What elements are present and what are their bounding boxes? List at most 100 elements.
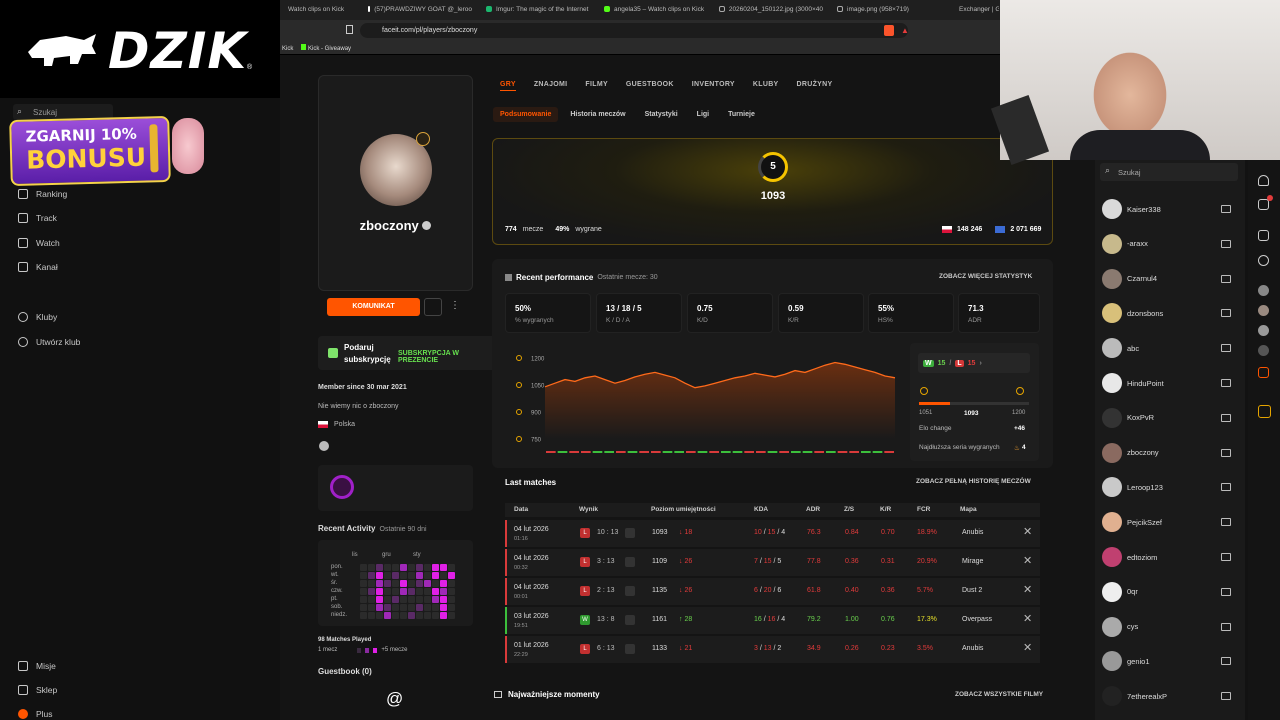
browser-tab[interactable]: angela35 – Watch clips on Kick [596, 0, 711, 20]
subtab-history[interactable]: Historia meczów [563, 107, 632, 122]
nav-misje[interactable]: Misje [18, 661, 56, 671]
close-icon[interactable]: ✕ [1023, 583, 1032, 596]
subtab-stats[interactable]: Statystyki [638, 107, 685, 122]
friend-item[interactable]: Czarnul4 [1102, 268, 1237, 289]
nav-kluby[interactable]: Kluby [18, 312, 57, 322]
chat-icon[interactable] [1221, 379, 1231, 387]
friend-item[interactable]: Leroop123 [1102, 477, 1237, 498]
gg-badge-icon[interactable] [330, 475, 354, 499]
chat-icon[interactable] [1221, 622, 1231, 631]
brave-shield-icon[interactable] [884, 25, 894, 36]
subtab-leagues[interactable]: Ligi [690, 107, 716, 122]
map-icon [625, 557, 635, 567]
friend-item[interactable]: edtoziom [1102, 547, 1237, 567]
message-button[interactable]: KOMUNIKAT [327, 298, 420, 316]
browser-tab[interactable]: image.png (958×719) [829, 0, 947, 20]
chat-icon[interactable] [1221, 692, 1231, 701]
chat-icon[interactable] [1221, 274, 1231, 283]
browser-tab[interactable]: Imgur: The magic of the Internet [478, 0, 596, 20]
close-icon[interactable]: ✕ [1023, 641, 1032, 654]
nav-ranking[interactable]: Ranking [18, 189, 67, 199]
friends-icon[interactable] [1258, 199, 1269, 210]
steam-icon[interactable] [319, 441, 329, 451]
friend-item[interactable]: KoxPvR [1102, 407, 1237, 428]
friend-item[interactable]: dzonsbons [1102, 303, 1237, 324]
nav-create-club[interactable]: Utwórz klub [18, 337, 80, 347]
anticheat-icon[interactable] [1258, 405, 1271, 418]
more-options-icon[interactable]: ⋮ [450, 300, 460, 311]
friend-avatar [1102, 547, 1122, 567]
friend-item[interactable]: zboczony [1102, 442, 1237, 463]
kda-part: 2 [777, 645, 782, 652]
friend-item[interactable]: PejcikSzef [1102, 512, 1237, 533]
tab-kluby[interactable]: KLUBY [753, 81, 779, 91]
address-bar[interactable]: faceit.com/pl/players/zboczony [360, 23, 908, 38]
browser-tab[interactable]: (57)PRAWDZIWY GOAT @_leroo [360, 0, 478, 20]
rewards-icon[interactable]: ▲ [901, 26, 909, 35]
friend-avatar-icon[interactable] [1258, 285, 1269, 296]
tab-znajomi[interactable]: ZNAJOMI [534, 81, 568, 91]
all-videos-link[interactable]: ZOBACZ WSZYSTKIE FILMY [955, 691, 1043, 698]
nav-plus[interactable]: Plus [18, 709, 53, 719]
close-icon[interactable]: ✕ [1023, 612, 1032, 625]
tab-guestbook[interactable]: GUESTBOOK [626, 81, 674, 91]
friends-search-input[interactable]: Szukaj [1100, 163, 1238, 181]
add-icon[interactable] [1258, 255, 1269, 266]
match-row[interactable]: 01 lut 2026 22:29 L 6 : 13 1133 ↓ 21 3 / 13 / … [505, 636, 1040, 663]
party-icon[interactable] [1258, 230, 1269, 241]
friend-item[interactable]: -araxx [1102, 233, 1237, 254]
chat-icon[interactable] [1221, 657, 1231, 666]
chat-icon[interactable] [1221, 553, 1231, 561]
match-row[interactable]: 04 lut 2026 01:16 L 10 : 13 1093 ↓ 18 10 / 15 … [505, 520, 1040, 547]
chat-icon[interactable] [1221, 205, 1231, 213]
browser-tab[interactable]: Watch clips on Kick [280, 0, 360, 20]
more-stats-link[interactable]: ZOBACZ WIĘCEJ STATYSTYK [939, 273, 1032, 280]
chat-icon[interactable] [1221, 413, 1231, 422]
chat-icon[interactable] [1221, 344, 1231, 353]
add-friend-icon[interactable] [424, 298, 442, 316]
chat-icon[interactable] [1221, 587, 1231, 596]
nav-track[interactable]: Track [18, 213, 57, 223]
browser-tab[interactable]: Exchanger | G45 [947, 0, 999, 20]
tab-gry[interactable]: GRY [500, 81, 516, 91]
headset-icon[interactable] [1258, 367, 1269, 378]
gift-sub-box[interactable]: Podaruj subskrypcję SUBSKRYPCJA W PREZEN… [318, 336, 496, 370]
friend-item[interactable]: cys [1102, 616, 1237, 637]
browser-tab[interactable]: 20260204_150122.jpg (3000×40 [711, 0, 829, 20]
close-icon[interactable]: ✕ [1023, 554, 1032, 567]
bonus-banner[interactable]: ZGARNIJ 10% BONUSU [9, 115, 171, 187]
match-row[interactable]: 03 lut 2026 19:51 W 13 : 8 1161 ↑ 28 16 / 16 /… [505, 607, 1040, 634]
close-icon[interactable]: ✕ [1023, 525, 1032, 538]
friend-item[interactable]: genio1 [1102, 651, 1237, 672]
friend-item[interactable]: 0qr [1102, 581, 1237, 602]
bookmark-icon[interactable] [346, 25, 353, 34]
chat-icon[interactable] [1221, 518, 1231, 527]
tab-filmy[interactable]: FILMY [585, 81, 608, 91]
friend-item[interactable]: Kaiser338 [1102, 199, 1237, 219]
friend-item[interactable]: abc [1102, 338, 1237, 359]
nav-sklep[interactable]: Sklep [18, 685, 57, 695]
gift-sub-cta[interactable]: SUBSKRYPCJA W PREZENCIE [398, 350, 496, 364]
bookmark-giveaway[interactable]: Kick - Giveaway [308, 46, 351, 52]
subtab-tournaments[interactable]: Turnieje [721, 107, 762, 122]
bell-icon[interactable] [1258, 175, 1269, 186]
match-row[interactable]: 04 lut 2026 00:01 L 2 : 13 1135 ↓ 26 6 / 20 / … [505, 578, 1040, 605]
friend-avatar-icon[interactable] [1258, 305, 1269, 316]
subtab-summary[interactable]: Podsumowanie [493, 107, 559, 122]
chat-icon[interactable] [1221, 309, 1231, 318]
nav-kanal[interactable]: Kanał [18, 262, 58, 272]
match-row[interactable]: 04 lut 2026 00:32 L 3 : 13 1109 ↓ 26 7 / 15 / … [505, 549, 1040, 576]
bookmark-kick[interactable]: Kick [282, 46, 293, 52]
chat-icon[interactable] [1221, 483, 1231, 492]
friend-avatar-icon[interactable] [1258, 345, 1269, 356]
tab-inventory[interactable]: INVENTORY [692, 81, 735, 91]
chat-icon[interactable] [1221, 239, 1231, 248]
friend-item[interactable]: 7etherealxP [1102, 686, 1237, 707]
chat-icon[interactable] [1221, 448, 1231, 457]
tab-druzyny[interactable]: DRUŻYNY [797, 81, 833, 91]
nav-watch[interactable]: Watch [18, 238, 60, 248]
full-history-link[interactable]: ZOBACZ PEŁNĄ HISTORIĘ MECZÓW [916, 478, 1031, 485]
friend-item[interactable]: HinduPoint [1102, 373, 1237, 393]
win-loss-summary[interactable]: W 15/ L 15 › [918, 353, 1030, 373]
friend-avatar-icon[interactable] [1258, 325, 1269, 336]
